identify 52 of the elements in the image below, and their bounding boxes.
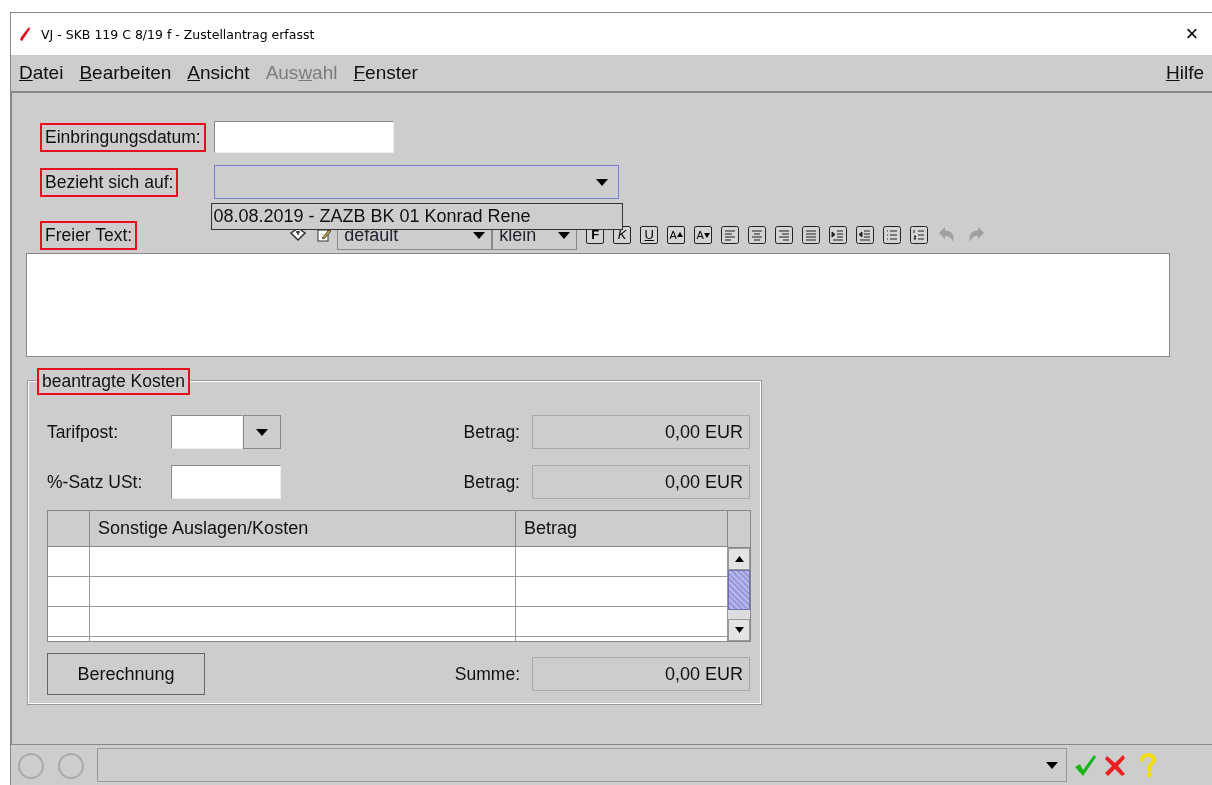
field-label: Tarifpost: [47, 421, 119, 443]
triangle-down-icon [703, 231, 710, 239]
field-label: Betrag: [463, 421, 520, 443]
column-header: Sonstige Auslagen/Kosten [90, 511, 516, 547]
date-field[interactable] [213, 121, 394, 153]
format-button[interactable]: U [640, 226, 659, 244]
align-center-icon[interactable] [748, 226, 767, 244]
row-header [48, 607, 90, 637]
field-label: Freier Text: [40, 220, 138, 250]
dropdown-option[interactable]: 08.08.2019 - ZAZB BK 01 Konrad Rene [212, 204, 623, 229]
numbers-icon[interactable] [910, 226, 929, 244]
indent-icon[interactable] [829, 226, 848, 244]
vat-rate-field[interactable] [171, 465, 281, 499]
calculate-button[interactable]: Berechnung [47, 653, 205, 695]
scroll-up-icon[interactable] [734, 556, 744, 562]
menu-item[interactable]: Hilfe [1165, 62, 1204, 84]
triangle-up-icon [676, 231, 683, 239]
stamp-icon[interactable] [289, 227, 308, 243]
text-area[interactable] [26, 253, 1170, 357]
column-header: Betrag [516, 511, 728, 547]
font-shrink-button[interactable]: A [694, 226, 713, 244]
scrollbar[interactable] [728, 548, 750, 641]
close-button[interactable]: × [1172, 16, 1212, 52]
menu-item[interactable]: Datei [19, 62, 64, 84]
field-label: %-Satz USt: [47, 471, 144, 493]
field-label: Betrag: [463, 471, 520, 493]
menu-item[interactable]: Bearbeiten [79, 62, 172, 84]
scroll-down-icon[interactable] [734, 627, 744, 633]
outdent-icon[interactable] [856, 226, 875, 244]
align-right-icon[interactable] [775, 226, 794, 244]
dropdown-button[interactable] [243, 415, 281, 449]
field-label: Bezieht sich auf: [40, 167, 179, 197]
amount-field: 0,00 EUR [532, 415, 750, 449]
window-title: VJ - SKB 119 C 8/19 f - Zustellantrag erfasst [41, 26, 315, 42]
panel-title: beantragte Kosten [37, 368, 191, 395]
field-label: Summe: [454, 663, 520, 685]
font-grow-button[interactable]: A [667, 226, 686, 244]
align-left-icon[interactable] [721, 226, 740, 244]
amount-field: 0,00 EUR [532, 465, 750, 499]
menu-item[interactable]: Fenster [353, 62, 418, 84]
field-label: Einbringungsdatum: [40, 122, 206, 152]
checkmark-icon[interactable] [1073, 753, 1097, 777]
tariff-field[interactable] [171, 415, 243, 449]
bullets-icon[interactable] [883, 226, 902, 244]
justify-icon[interactable] [802, 226, 821, 244]
row-header [48, 547, 90, 577]
note-edit-icon[interactable] [316, 227, 333, 243]
menu-item[interactable]: Ansicht [187, 62, 250, 84]
row-header [48, 577, 90, 607]
sum-field: 0,00 EUR [532, 657, 750, 691]
cross-icon[interactable] [1103, 753, 1127, 777]
feather-icon [19, 26, 31, 42]
